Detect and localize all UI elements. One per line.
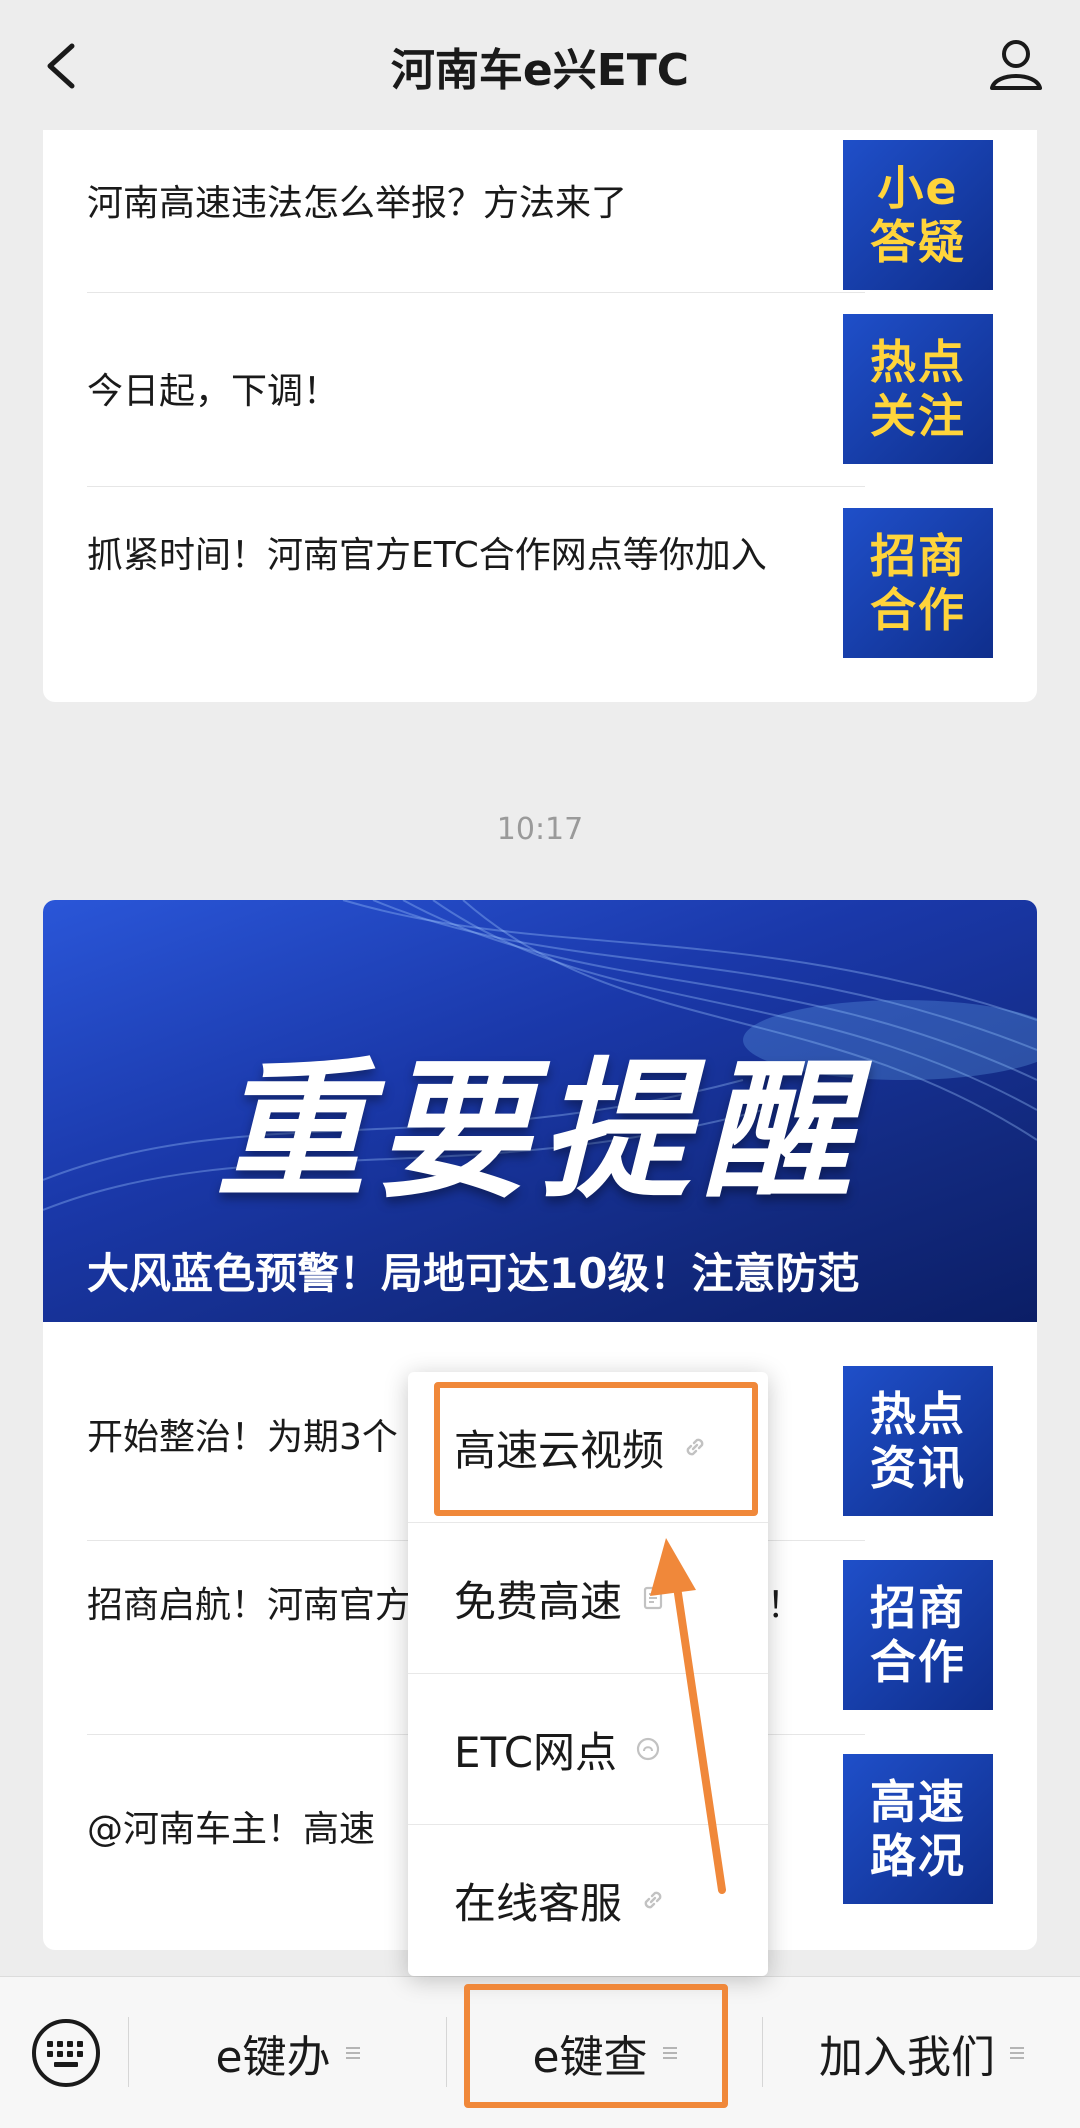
menu-item-label: ETC网点 [454, 1727, 618, 1777]
article-thumbnail: 高速 路况 [843, 1754, 993, 1904]
thumb-line: 合作 [870, 1635, 966, 1689]
keyboard-icon [32, 2019, 100, 2087]
thumb-line: 招商 [870, 1581, 966, 1635]
menu-tab-label: e键办 [215, 2031, 331, 2083]
thumb-line: 路况 [870, 1829, 966, 1883]
article-thumbnail: 招商 合作 [843, 1560, 993, 1710]
thumb-line: 合作 [870, 583, 966, 637]
divider [87, 486, 865, 487]
banner-caption: 大风蓝色预警！局地可达10级！注意防范 [87, 1249, 860, 1298]
profile-button[interactable] [986, 34, 1046, 94]
divider [446, 2017, 447, 2087]
article-title: 抓紧时间！河南官方ETC合作网点等你加入 [87, 535, 767, 576]
thumb-line: 小e [877, 161, 959, 215]
article-title: 河南高速违法怎么举报？方法来了 [87, 183, 628, 224]
article-thumbnail: 热点 关注 [843, 314, 993, 464]
article-item[interactable]: 河南高速违法怎么举报？方法来了 小e 答疑 [43, 130, 1037, 290]
thumb-line: 关注 [870, 389, 966, 443]
message-timestamp: 10:17 [496, 812, 584, 847]
article-title: 今日起，下调！ [87, 371, 340, 412]
menu-tab-join-us[interactable]: 加入我们 [764, 1977, 1080, 2128]
menu-item-free-highway[interactable]: 免费高速 [408, 1523, 768, 1673]
article-item[interactable]: 抓紧时间！河南官方ETC合作网点等你加入 招商 合作 [43, 508, 1037, 658]
submenu-icon [345, 2046, 360, 2059]
menu-tab-label: 加入我们 [819, 2031, 995, 2083]
article-icon [643, 1586, 663, 1610]
highlight-box-e-query [464, 1984, 728, 2108]
highlight-box-cloud-video [434, 1382, 758, 1516]
thumb-line: 答疑 [870, 215, 966, 269]
article-thumbnail: 小e 答疑 [843, 140, 993, 290]
top-nav-bar: 河南车e兴ETC [0, 0, 1080, 130]
thumb-line: 招商 [870, 529, 966, 583]
page-title: 河南车e兴ETC [390, 45, 690, 96]
article-item[interactable]: 今日起，下调！ 热点 关注 [43, 314, 1037, 464]
banner-article[interactable]: 重要提醒 大风蓝色预警！局地可达10级！注意防范 [43, 900, 1037, 1322]
thumb-line: 热点 [870, 335, 966, 389]
article-thumbnail: 热点 资讯 [843, 1366, 993, 1516]
menu-item-online-service[interactable]: 在线客服 [408, 1825, 768, 1975]
thumb-line: 热点 [870, 1387, 966, 1441]
keyboard-toggle-button[interactable] [30, 2017, 102, 2089]
menu-item-label: 在线客服 [454, 1878, 623, 1928]
menu-item-etc-outlets[interactable]: ETC网点 [408, 1674, 768, 1824]
divider [128, 2017, 129, 2087]
miniprogram-icon [636, 1737, 660, 1761]
article-thumbnail: 招商 合作 [843, 508, 993, 658]
thumb-line: 资讯 [870, 1441, 966, 1495]
divider [87, 292, 865, 293]
divider [762, 2017, 763, 2087]
submenu-icon [1010, 2046, 1024, 2059]
person-icon [990, 40, 1042, 90]
banner-headline: 重要提醒 [215, 1045, 864, 1219]
menu-tab-e-handle[interactable]: e键办 [130, 1977, 446, 2128]
link-icon [644, 1891, 662, 1909]
menu-item-label: 免费高速 [454, 1576, 623, 1626]
article-card-group-1: 河南高速违法怎么举报？方法来了 小e 答疑 今日起，下调！ 热点 关注 抓紧时间… [43, 60, 1037, 702]
thumb-line: 高速 [870, 1775, 966, 1829]
